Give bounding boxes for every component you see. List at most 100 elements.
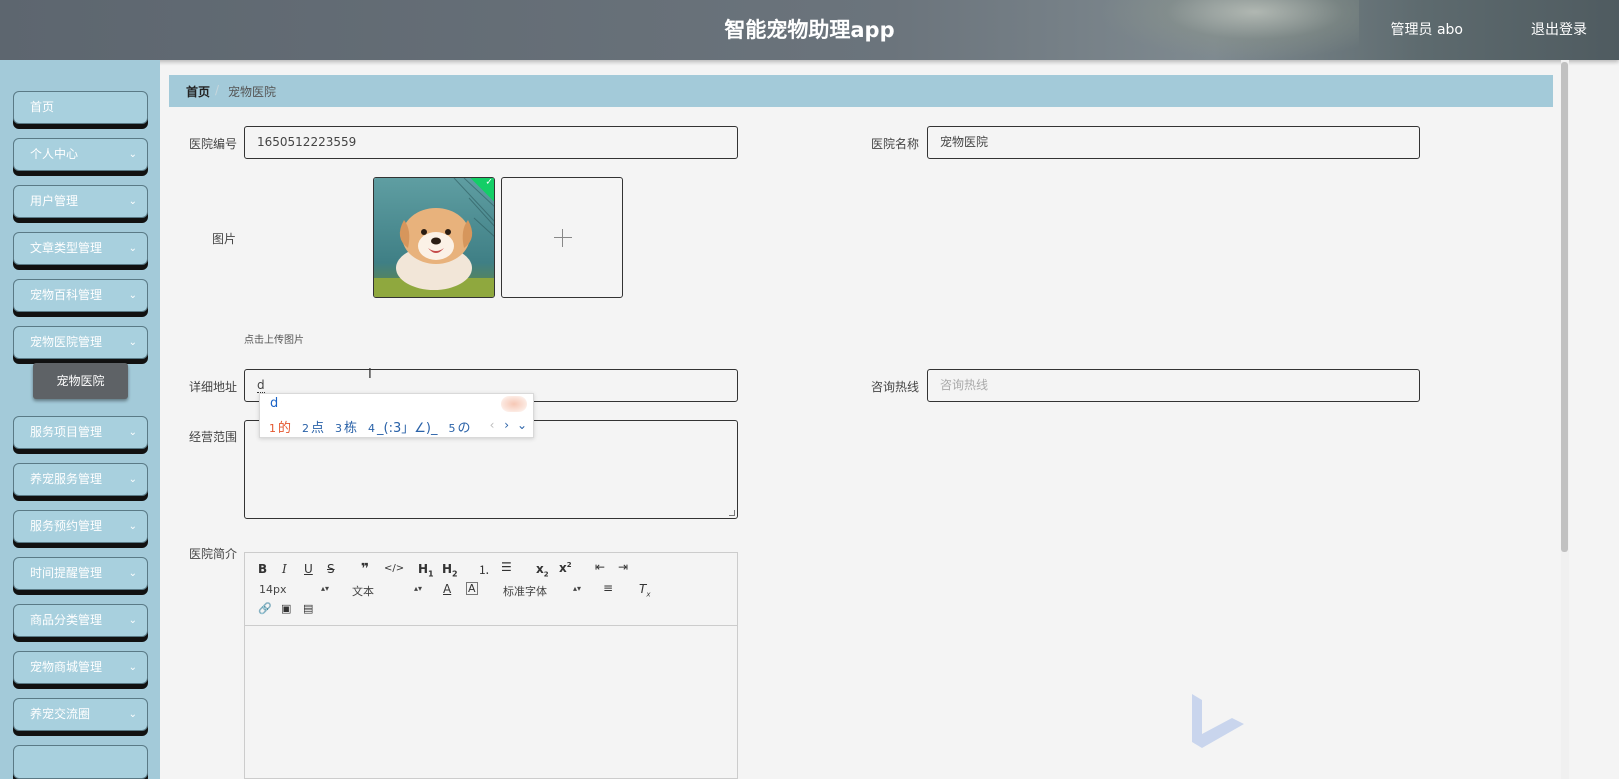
ime-candidate-list: 1 的 2 点 3 栋 4 _(:3」∠)_ 5 の xyxy=(269,417,482,436)
sidebar-item-7[interactable]: 养宠服务管理 ⌄ xyxy=(13,463,148,496)
chevron-down-icon: ⌄ xyxy=(128,615,137,626)
editor-content-area[interactable] xyxy=(245,627,737,778)
block-type-value: 文本 xyxy=(352,585,374,598)
sidebar-item-partial[interactable] xyxy=(13,745,148,779)
sidebar-item-11[interactable]: 宠物商城管理 ⌄ xyxy=(13,651,148,684)
add-image-button[interactable] xyxy=(501,177,623,298)
sidebar-item-1[interactable]: 个人中心 ⌄ xyxy=(13,138,148,171)
chevron-down-icon: ⌄ xyxy=(128,243,137,254)
bold-icon[interactable]: B xyxy=(258,562,267,576)
ime-candidate-text: _(:3」∠)_ xyxy=(377,421,438,436)
select-arrow-icon: ▴▾ xyxy=(414,584,423,593)
ime-candidate-4[interactable]: 4 _(:3」∠)_ xyxy=(368,417,437,436)
hospital-name-input[interactable]: 宠物医院 xyxy=(927,126,1420,159)
breadcrumb-current: 宠物医院 xyxy=(228,85,277,99)
chevron-down-icon: ⌄ xyxy=(128,474,137,485)
logout-link[interactable]: 退出登录 xyxy=(1531,19,1587,39)
font-family-value: 标准字体 xyxy=(503,585,547,598)
code-icon[interactable]: </> xyxy=(384,563,404,574)
breadcrumb-home-link[interactable]: 首页 xyxy=(186,83,210,100)
upload-hint: 点击上传图片 xyxy=(244,335,304,346)
font-size-select[interactable]: 14px ▴▾ xyxy=(259,583,329,596)
superscript-icon[interactable]: x2 xyxy=(559,561,572,575)
sidebar-item-3[interactable]: 文章类型管理 ⌄ xyxy=(13,232,148,265)
submenu-item-pet-hospital[interactable]: 宠物医院 xyxy=(33,363,128,399)
scope-label: 经营范围 xyxy=(189,430,238,444)
sidebar-item-0[interactable]: 首页 xyxy=(13,91,148,124)
sidebar-item-5[interactable]: 宠物医院管理 ⌄ xyxy=(13,326,148,359)
ime-candidate-text: 点 xyxy=(311,421,325,436)
ime-next-page-icon[interactable]: › xyxy=(504,418,509,432)
subscript-icon[interactable]: x2 xyxy=(536,562,549,578)
outdent-icon[interactable]: ⇤ xyxy=(595,560,605,574)
strike-icon[interactable]: S xyxy=(327,562,335,576)
clear-format-icon[interactable]: Tx xyxy=(639,582,651,598)
ime-candidate-popup: d 1 的 2 点 3 栋 4 _(:3」∠)_ 5 の ‹ › ⌄ xyxy=(259,393,534,438)
ime-expand-icon[interactable]: ⌄ xyxy=(517,418,527,432)
breadcrumb: 首页 / 宠物医院 xyxy=(169,75,1553,107)
sidebar-item-label: 养宠交流圈 xyxy=(30,707,91,721)
ime-composition-text: d xyxy=(270,396,279,411)
ime-candidate-text: の xyxy=(457,421,471,436)
ime-nav: ‹ › ⌄ xyxy=(490,418,527,432)
chevron-down-icon: ⌄ xyxy=(128,196,137,207)
sidebar-item-8[interactable]: 服务预约管理 ⌄ xyxy=(13,510,148,543)
ordered-list-icon[interactable]: ⒈ xyxy=(478,561,490,578)
ime-candidate-text: 的 xyxy=(278,421,292,436)
editor-toolbar: B I U S ❞ </> H1 H2 ⒈ ☰ x2 x2 ⇤ ⇥ 14px ▴… xyxy=(245,553,737,626)
align-icon[interactable]: ≡ xyxy=(603,581,613,595)
video-icon[interactable]: ▤ xyxy=(303,602,313,615)
ime-candidate-text: 栋 xyxy=(344,421,358,436)
image-icon[interactable]: ▣ xyxy=(281,602,291,615)
sidebar-item-label: 宠物百科管理 xyxy=(30,288,103,302)
text-cursor-icon: I xyxy=(368,367,372,382)
resize-handle[interactable] xyxy=(729,510,735,516)
background-color-icon[interactable]: A xyxy=(466,582,478,595)
sidebar-item-label: 服务项目管理 xyxy=(30,425,103,439)
page-scrollbar-thumb[interactable] xyxy=(1561,62,1568,552)
font-color-icon[interactable]: A xyxy=(443,582,451,596)
intro-label: 医院简介 xyxy=(189,547,238,561)
plus-icon xyxy=(554,237,572,238)
italic-icon[interactable]: I xyxy=(282,562,287,576)
link-icon[interactable]: 🔗 xyxy=(258,602,272,615)
h1-icon[interactable]: H1 xyxy=(418,562,434,578)
chevron-down-icon: ⌄ xyxy=(128,427,137,438)
sidebar-item-label: 宠物医院管理 xyxy=(30,335,103,349)
hospital-id-label: 医院编号 xyxy=(189,137,238,151)
block-type-select[interactable]: 文本 ▴▾ xyxy=(352,583,422,599)
ime-candidate-2[interactable]: 2点 xyxy=(302,417,324,436)
sidebar-item-6[interactable]: 服务项目管理 ⌄ xyxy=(13,416,148,449)
sidebar-item-2[interactable]: 用户管理 ⌄ xyxy=(13,185,148,218)
current-user-label: 管理员 abo xyxy=(1390,22,1463,38)
sidebar-item-10[interactable]: 商品分类管理 ⌄ xyxy=(13,604,148,637)
ime-prev-page-icon[interactable]: ‹ xyxy=(490,418,495,432)
sidebar-item-4[interactable]: 宠物百科管理 ⌄ xyxy=(13,279,148,312)
sidebar-item-12[interactable]: 养宠交流圈 ⌄ xyxy=(13,698,148,731)
quote-icon[interactable]: ❞ xyxy=(361,561,369,577)
hospital-id-input[interactable]: 1650512223559 xyxy=(244,126,738,159)
select-arrow-icon: ▴▾ xyxy=(321,584,330,593)
image-label: 图片 xyxy=(212,232,237,246)
sidebar-item-9[interactable]: 时间提醒管理 ⌄ xyxy=(13,557,148,590)
bullet-list-icon[interactable]: ☰ xyxy=(501,560,512,574)
ime-candidate-number: 2 xyxy=(302,422,310,435)
ime-candidate-number: 5 xyxy=(448,422,456,435)
ime-candidate-3[interactable]: 3栋 xyxy=(335,417,357,436)
chevron-down-icon: ⌄ xyxy=(128,149,137,160)
font-family-select[interactable]: 标准字体 ▴▾ xyxy=(503,583,583,599)
top-header: 智能宠物助理app 管理员 abo 退出登录 xyxy=(0,0,1619,60)
ime-candidate-number: 3 xyxy=(335,422,343,435)
underline-icon[interactable]: U xyxy=(304,562,313,576)
h2-icon[interactable]: H2 xyxy=(442,562,458,578)
ime-candidate-1[interactable]: 1的 xyxy=(269,417,291,436)
hospital-name-label: 医院名称 xyxy=(871,137,920,151)
font-size-value: 14px xyxy=(259,583,287,596)
indent-icon[interactable]: ⇥ xyxy=(618,560,628,574)
sidebar-item-label: 时间提醒管理 xyxy=(30,566,103,580)
hotline-input[interactable]: 咨询热线 xyxy=(927,369,1420,402)
ime-candidate-5[interactable]: 5の xyxy=(449,417,471,436)
chevron-down-icon: ⌄ xyxy=(128,521,137,532)
sidebar-item-label: 商品分类管理 xyxy=(30,613,103,627)
uploaded-image-thumbnail[interactable]: ✓ xyxy=(373,177,495,298)
